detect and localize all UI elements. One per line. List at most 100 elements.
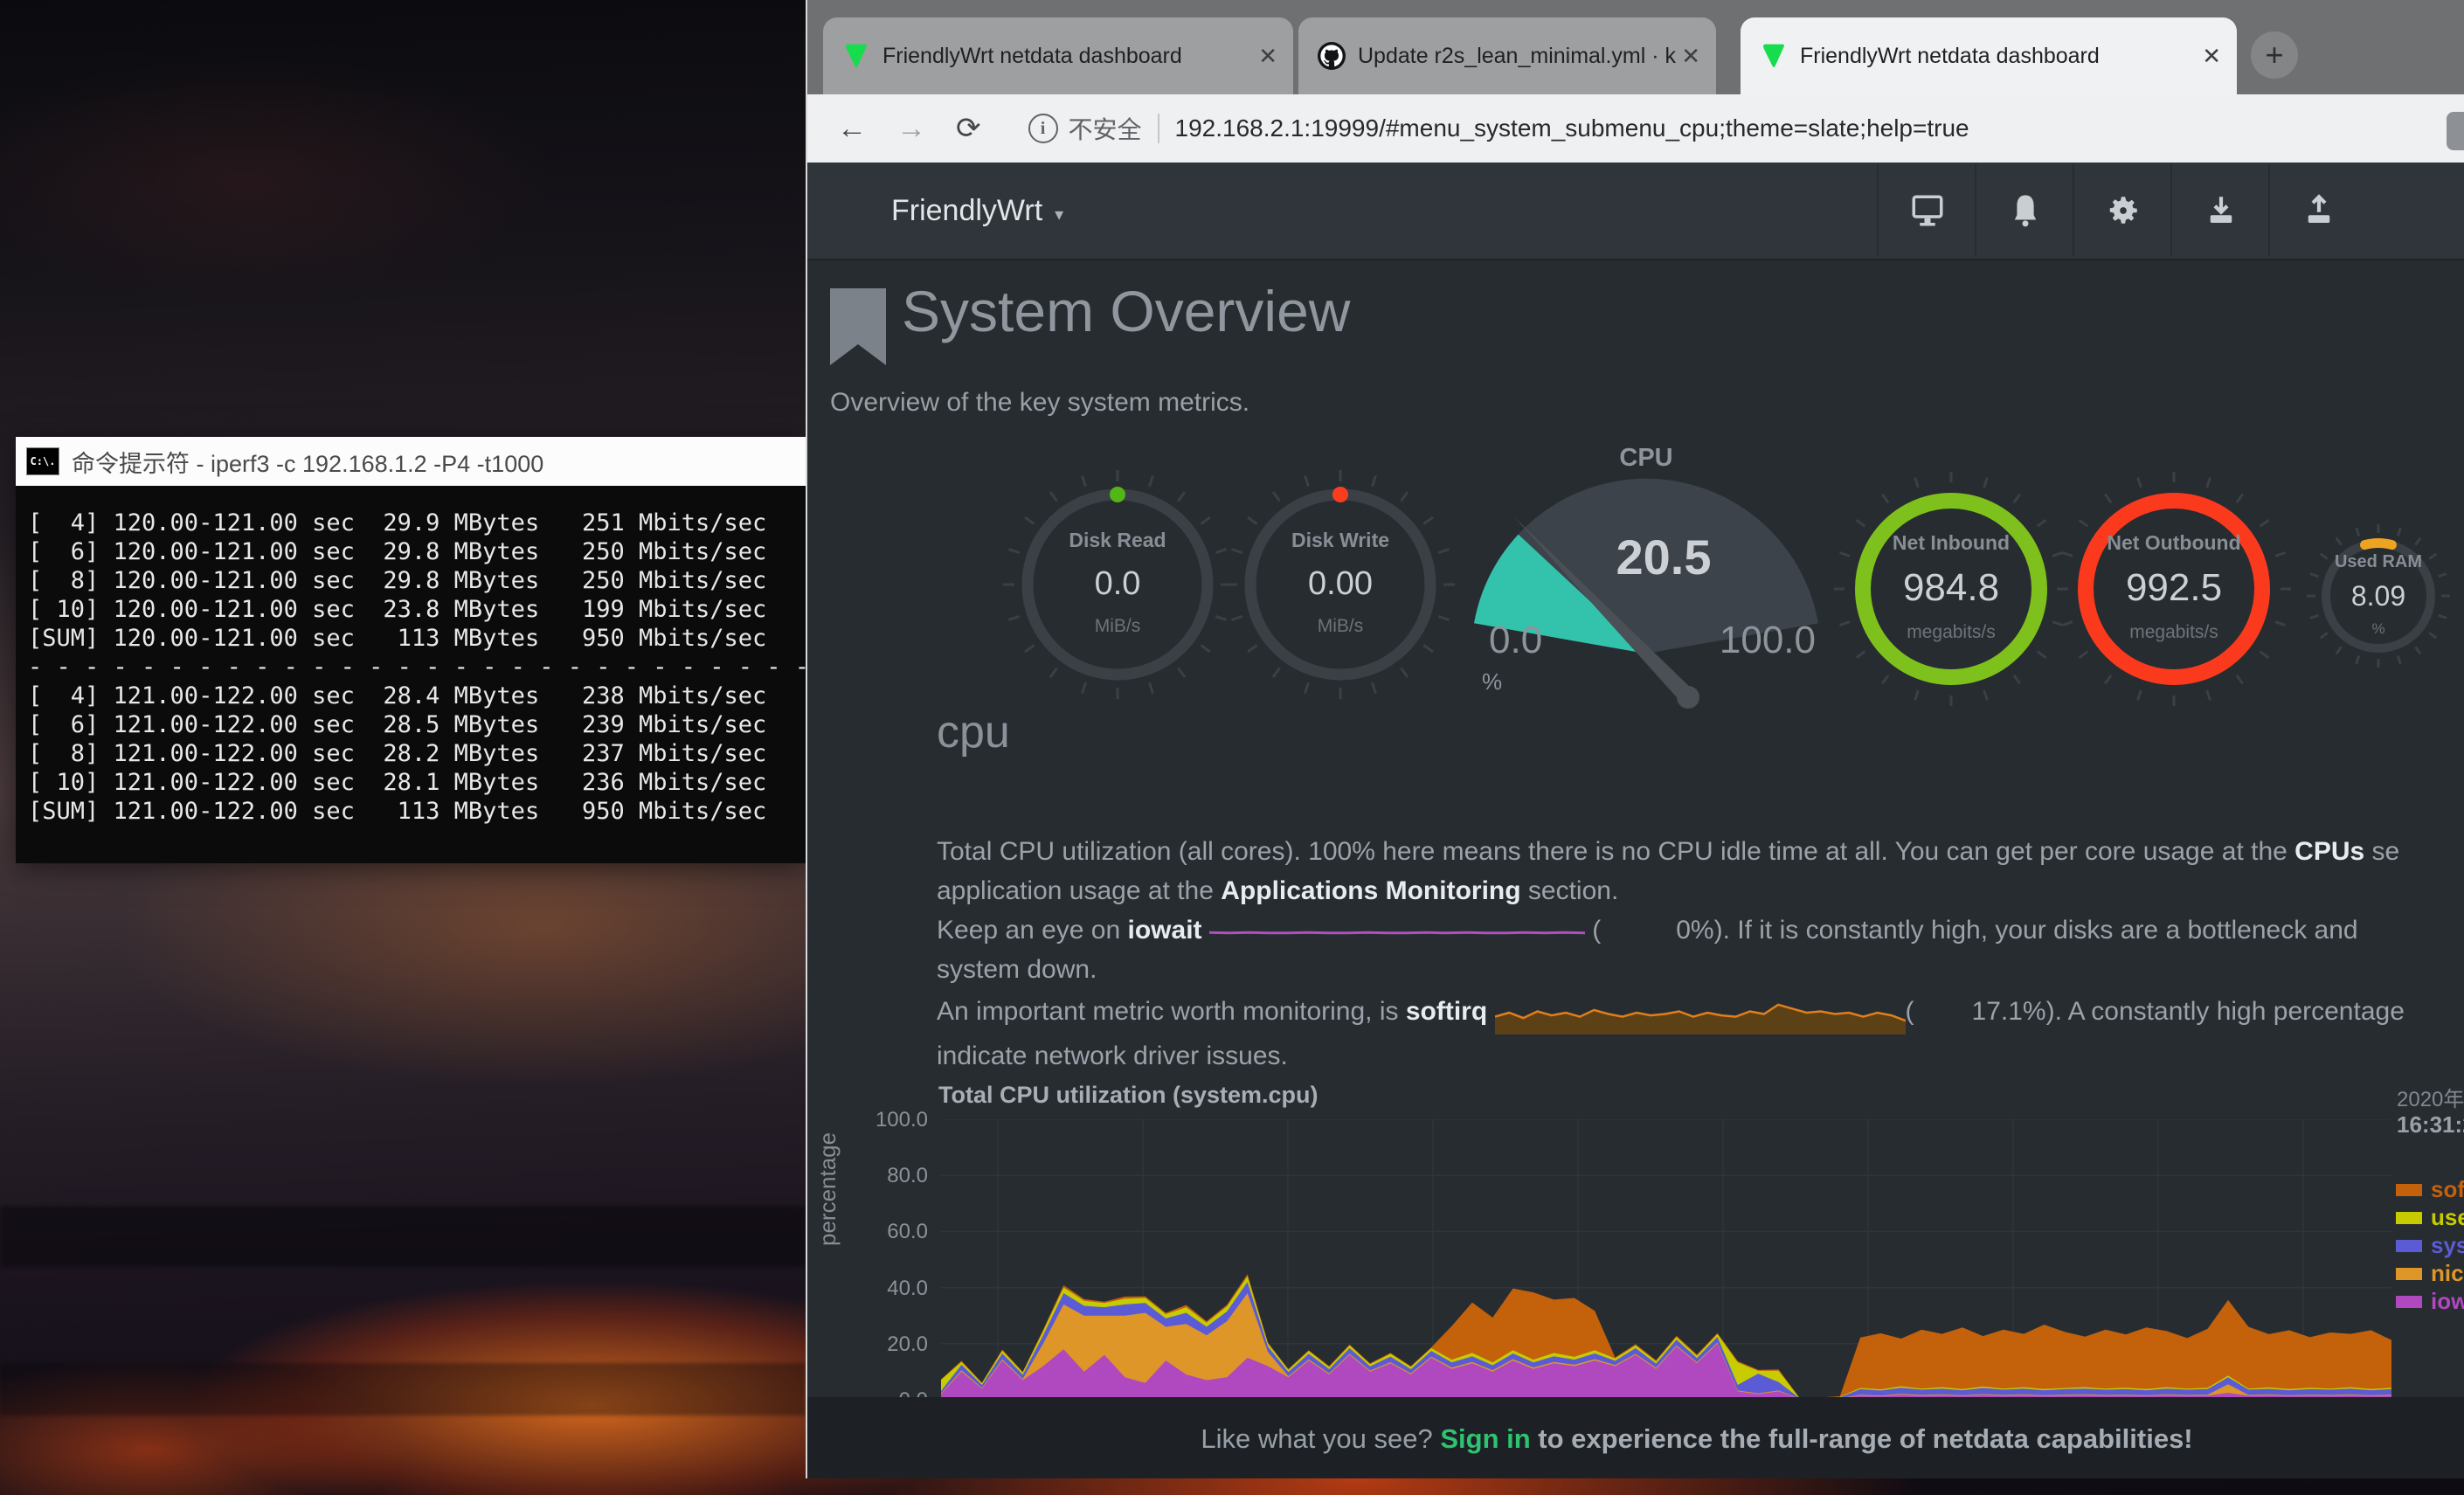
chart-date: 2020年3 <box>2397 1082 2464 1112</box>
terminal-line: [ 4] 120.00-121.00 sec 29.9 MBytes 251 M… <box>28 509 806 537</box>
close-icon[interactable]: ✕ <box>1681 45 1700 67</box>
gauge-min: 0.0 <box>1489 619 1542 661</box>
bookmark-icon <box>830 288 886 365</box>
iowait-sparkline <box>1209 925 1585 938</box>
legend-item-system[interactable]: system <box>2396 1232 2464 1259</box>
legend-swatch <box>2396 1296 2422 1308</box>
gauge-disk-read[interactable]: Disk Read 0.0 MiB/s <box>1021 488 1214 681</box>
cpu-description: Total CPU utilization (all cores). 100% … <box>937 832 2464 1076</box>
terminal-line: [ 6] 121.00-122.00 sec 28.5 MBytes 239 M… <box>28 710 806 739</box>
page-subtitle: Overview of the key system metrics. <box>830 388 1249 418</box>
divider <box>1158 114 1159 143</box>
upload-icon <box>2301 192 2337 229</box>
applications-monitoring-link[interactable]: Applications Monitoring <box>1221 876 1520 905</box>
url-bar: ← → ⟳ i 不安全 192.168.2.1:19999/#menu_syst… <box>807 94 2464 163</box>
back-button[interactable]: ← <box>837 112 867 146</box>
gauge-net-inbound[interactable]: Net Inbound 984.8 megabits/s <box>1855 493 2047 685</box>
softirq-value: 17.1% <box>1972 997 2046 1026</box>
forward-button[interactable]: → <box>896 112 926 146</box>
host-name: FriendlyWrt <box>891 194 1042 227</box>
gauge-unit: MiB/s <box>1244 616 1436 637</box>
legend-item-softirq[interactable]: softirq <box>2396 1176 2464 1203</box>
description-line: application usage at the Applications Mo… <box>937 871 2464 910</box>
page-title: System Overview <box>902 278 1350 344</box>
gauge-label: Net Outbound <box>2078 531 2270 555</box>
gauge-net-outbound[interactable]: Net Outbound 992.5 megabits/s <box>2078 493 2270 685</box>
terminal-line: [ 10] 120.00-121.00 sec 23.8 MBytes 199 … <box>28 595 806 624</box>
gauge-label: Disk Write <box>1244 529 1436 552</box>
gauge-unit: megabits/s <box>1855 622 2047 643</box>
terminal-line: - - - - - - - - - - - - - - - - - - - - … <box>28 653 806 682</box>
chart-time: 16:31:2 <box>2397 1111 2464 1139</box>
gauge-label: Disk Read <box>1021 529 1214 552</box>
tab-title: Update r2s_lean_minimal.yml · k <box>1358 44 1676 69</box>
description-line: An important metric worth monitoring, is… <box>937 989 2464 1036</box>
gauge-label: Used RAM <box>2326 552 2431 572</box>
terminal-line: [ 6] 120.00-121.00 sec 29.8 MBytes 250 M… <box>28 537 806 566</box>
iowait-value: 0% <box>1676 916 1713 945</box>
legend-swatch <box>2396 1184 2422 1196</box>
netdata-icon <box>1760 42 1788 70</box>
gear-icon <box>2105 192 2142 229</box>
info-icon[interactable]: i <box>1028 114 1058 143</box>
new-tab-button[interactable]: + <box>2251 31 2298 79</box>
tab-friendlywrt-1[interactable]: FriendlyWrt netdata dashboard ✕ <box>823 17 1293 94</box>
export-button[interactable] <box>2268 164 2368 257</box>
dashboard-navbar: FriendlyWrt ▾ <box>807 163 2464 260</box>
alarms-button[interactable] <box>1975 164 2074 257</box>
gauge-value: 8.09 <box>2326 580 2431 613</box>
gauge-disk-write[interactable]: Disk Write 0.00 MiB/s <box>1244 488 1436 681</box>
cmd-icon: C:\. <box>26 447 59 475</box>
reload-button[interactable]: ⟳ <box>956 111 981 146</box>
tab-friendlywrt-2-active[interactable]: FriendlyWrt netdata dashboard ✕ <box>1741 17 2237 94</box>
legend-item-user[interactable]: user <box>2396 1204 2464 1231</box>
signin-text: Like what you see? Sign in to experience… <box>1050 1423 2343 1455</box>
gauge-unit: % <box>1482 668 1502 695</box>
terminal-line: [ 8] 121.00-122.00 sec 28.2 MBytes 237 M… <box>28 739 806 768</box>
terminal-output[interactable]: [ 4] 120.00-121.00 sec 29.9 MBytes 251 M… <box>16 486 806 863</box>
legend-label: softirq <box>2431 1176 2464 1203</box>
y-tick: 100.0 <box>823 1108 928 1132</box>
terminal-line: [ 8] 120.00-121.00 sec 29.8 MBytes 250 M… <box>28 566 806 595</box>
terminal-line: [SUM] 121.00-122.00 sec 113 MBytes 950 M… <box>28 797 806 826</box>
legend-item-iowait[interactable]: iowait <box>2396 1288 2464 1315</box>
chart-title: Total CPU utilization (system.cpu) <box>938 1082 1319 1109</box>
host-dropdown[interactable]: FriendlyWrt ▾ <box>891 194 1063 228</box>
tab-github[interactable]: Update r2s_lean_minimal.yml · k ✕ <box>1298 17 1716 94</box>
extension-icon[interactable] <box>2447 112 2464 150</box>
netdata-dashboard: FriendlyWrt ▾ <box>807 163 2464 1478</box>
gauge-value: 984.8 <box>1855 566 2047 610</box>
chevron-down-icon: ▾ <box>1055 205 1063 225</box>
site-info[interactable]: i 不安全 <box>1028 111 1142 146</box>
cpus-link[interactable]: CPUs <box>2294 837 2364 866</box>
terminal-line: [ 10] 121.00-122.00 sec 28.1 MBytes 236 … <box>28 768 806 797</box>
signin-banner: Like what you see? Sign in to experience… <box>807 1397 2464 1478</box>
y-tick: 20.0 <box>823 1332 928 1357</box>
gauge-used-ram[interactable]: Used RAM 8.09 % <box>2326 543 2431 648</box>
cloud-band <box>0 1363 806 1415</box>
cpu-utilization-chart[interactable] <box>941 1119 2391 1400</box>
address-input[interactable]: 192.168.2.1:19999/#menu_system_submenu_c… <box>1175 114 1969 142</box>
import-button[interactable] <box>2170 164 2270 257</box>
github-icon <box>1318 42 1346 70</box>
terminal-line: [SUM] 120.00-121.00 sec 113 MBytes 950 M… <box>28 624 806 653</box>
section-heading-cpu: cpu <box>937 706 1010 758</box>
gauge-max: 100.0 <box>1720 619 1816 661</box>
legend-label: user <box>2431 1204 2464 1231</box>
gauge-label: CPU <box>1619 444 1672 472</box>
close-icon[interactable]: ✕ <box>1258 45 1277 67</box>
sign-in-link[interactable]: Sign in <box>1440 1423 1530 1454</box>
legend-label: system <box>2431 1232 2464 1259</box>
download-icon <box>2203 192 2239 229</box>
legend-item-nice[interactable]: nice <box>2396 1260 2464 1287</box>
display-icon <box>1909 192 1946 229</box>
print-button[interactable] <box>1877 164 1976 257</box>
close-icon[interactable]: ✕ <box>2202 45 2221 67</box>
bell-icon <box>2007 192 2044 229</box>
gauge-unit: MiB/s <box>1021 616 1214 637</box>
gauge-cpu[interactable]: CPU 20.5 0.0 % 100.0 <box>1463 441 1830 712</box>
terminal-titlebar[interactable]: C:\. 命令提示符 - iperf3 -c 192.168.1.2 -P4 -… <box>16 437 806 486</box>
settings-button[interactable] <box>2073 164 2172 257</box>
legend-swatch <box>2396 1268 2422 1280</box>
terminal-line: [ 4] 121.00-122.00 sec 28.4 MBytes 238 M… <box>28 682 806 710</box>
